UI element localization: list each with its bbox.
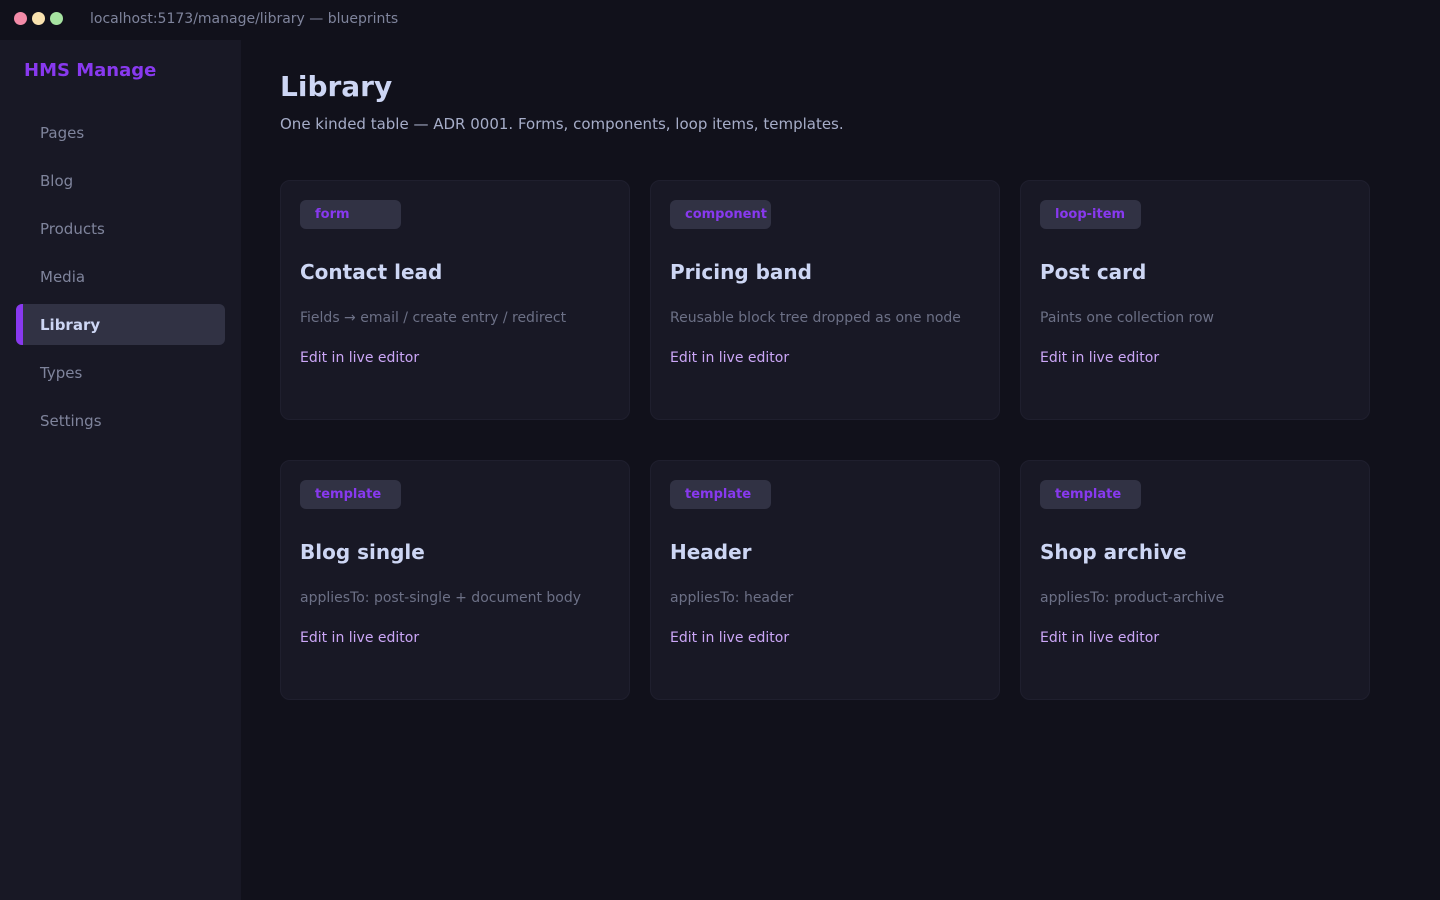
- window-maximize-button[interactable]: [50, 12, 63, 25]
- library-card-contact-lead: form Contact lead Fields → email / creat…: [280, 180, 630, 420]
- card-title: Post card: [1040, 260, 1147, 284]
- edit-in-live-editor-link[interactable]: Edit in live editor: [670, 350, 789, 366]
- sidebar-item-pages[interactable]: Pages: [16, 112, 225, 153]
- card-description: appliesTo: product-archive: [1040, 590, 1225, 606]
- card-description: Paints one collection row: [1040, 310, 1214, 326]
- sidebar-item-label: Pages: [40, 123, 85, 142]
- edit-in-live-editor-link[interactable]: Edit in live editor: [1040, 630, 1159, 646]
- window-close-button[interactable]: [14, 12, 27, 25]
- window-minimize-button[interactable]: [32, 12, 45, 25]
- window-titlebar: localhost:5173/manage/library — blueprin…: [0, 0, 1440, 40]
- library-card-blog-single: template Blog single appliesTo: post-sin…: [280, 460, 630, 700]
- card-title: Header: [670, 540, 752, 564]
- sidebar-item-label: Types: [40, 363, 83, 382]
- library-card-pricing-band: component Pricing band Reusable block tr…: [650, 180, 1000, 420]
- sidebar-item-media[interactable]: Media: [16, 256, 225, 297]
- kind-badge: template: [300, 480, 401, 509]
- sidebar-item-label: Settings: [40, 411, 102, 430]
- card-title: Pricing band: [670, 260, 812, 284]
- sidebar-item-label: Library: [40, 315, 101, 334]
- edit-in-live-editor-link[interactable]: Edit in live editor: [300, 630, 419, 646]
- sidebar-item-blog[interactable]: Blog: [16, 160, 225, 201]
- sidebar-nav: Pages Blog Products Media Library Types …: [16, 112, 225, 448]
- card-description: appliesTo: post-single + document body: [300, 590, 582, 606]
- sidebar-item-label: Products: [40, 219, 105, 238]
- edit-in-live-editor-link[interactable]: Edit in live editor: [670, 630, 789, 646]
- kind-badge: form: [300, 200, 401, 229]
- card-title: Contact lead: [300, 260, 443, 284]
- kind-badge: template: [670, 480, 771, 509]
- card-title: Shop archive: [1040, 540, 1187, 564]
- edit-in-live-editor-link[interactable]: Edit in live editor: [1040, 350, 1159, 366]
- edit-in-live-editor-link[interactable]: Edit in live editor: [300, 350, 419, 366]
- sidebar-item-label: Blog: [40, 171, 74, 190]
- library-card-grid: form Contact lead Fields → email / creat…: [280, 180, 1370, 700]
- card-description: appliesTo: header: [670, 590, 794, 606]
- window-url: localhost:5173/manage/library — blueprin…: [90, 11, 399, 27]
- sidebar-item-label: Media: [40, 267, 86, 286]
- sidebar-item-library[interactable]: Library: [16, 304, 225, 345]
- kind-badge: template: [1040, 480, 1141, 509]
- kind-badge: component: [670, 200, 771, 229]
- brand-logo-text[interactable]: HMS Manage: [24, 60, 156, 81]
- library-card-post-card: loop-item Post card Paints one collectio…: [1020, 180, 1370, 420]
- library-card-shop-archive: template Shop archive appliesTo: product…: [1020, 460, 1370, 700]
- page-subtitle: One kinded table — ADR 0001. Forms, comp…: [280, 115, 844, 133]
- main-content: Library One kinded table — ADR 0001. For…: [241, 40, 1440, 900]
- library-card-header: template Header appliesTo: header Edit i…: [650, 460, 1000, 700]
- kind-badge: loop-item: [1040, 200, 1141, 229]
- card-title: Blog single: [300, 540, 425, 564]
- card-description: Reusable block tree dropped as one node: [670, 310, 961, 326]
- sidebar-item-products[interactable]: Products: [16, 208, 225, 249]
- card-description: Fields → email / create entry / redirect: [300, 310, 567, 326]
- sidebar: HMS Manage Pages Blog Products Media Lib…: [0, 40, 241, 900]
- page-title: Library: [280, 70, 393, 103]
- sidebar-item-settings[interactable]: Settings: [16, 400, 225, 441]
- sidebar-item-types[interactable]: Types: [16, 352, 225, 393]
